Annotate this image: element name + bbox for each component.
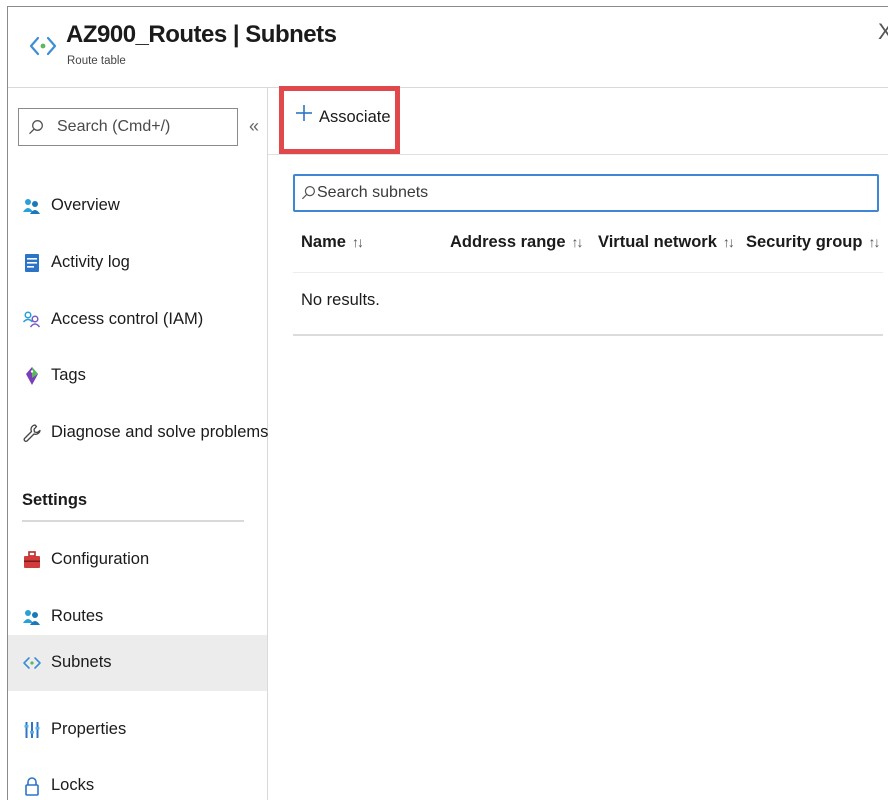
- toolbox-icon: [24, 551, 40, 568]
- sidebar-item-access-control[interactable]: Access control (IAM): [8, 300, 267, 340]
- activity-log-icon: [25, 254, 39, 272]
- properties-icon: [24, 722, 40, 738]
- sidebar-item-locks[interactable]: Locks: [8, 766, 267, 800]
- sidebar-item-overview[interactable]: Overview: [8, 186, 267, 226]
- subnet-search-placeholder: Search subnets: [317, 184, 429, 201]
- sort-icon: ↑↓: [868, 234, 880, 250]
- sidebar-item-activity-log[interactable]: Activity log: [8, 243, 267, 283]
- page-subtitle: Route table: [67, 55, 126, 67]
- subnet-search-input[interactable]: Search subnets: [293, 174, 879, 212]
- column-header-address-range[interactable]: Address range ↑↓: [450, 233, 584, 252]
- main-content: Associate Search subnets Name ↑↓ Address …: [268, 86, 888, 800]
- column-header-label: Name: [301, 233, 346, 251]
- sidebar-search-placeholder: Search (Cmd+/): [57, 118, 171, 135]
- sidebar-search-input[interactable]: Search (Cmd+/): [18, 108, 238, 146]
- sidebar-item-configuration[interactable]: Configuration: [8, 540, 267, 580]
- route-table-icon: [29, 36, 57, 56]
- empty-state-text: No results.: [301, 291, 380, 309]
- column-header-security-group[interactable]: Security group ↑↓: [746, 233, 880, 252]
- subnets-icon: [23, 657, 41, 669]
- tag-icon: [26, 367, 38, 385]
- column-header-virtual-network[interactable]: Virtual network ↑↓: [598, 233, 735, 252]
- routes-icon: [23, 610, 40, 625]
- wrench-icon: [23, 424, 41, 442]
- blade-frame: AZ900_Routes | Subnets Route table X Sea…: [7, 6, 888, 800]
- section-heading-settings: Settings: [22, 491, 88, 509]
- blade-header: AZ900_Routes | Subnets Route table X: [8, 7, 888, 87]
- sidebar-item-label: Subnets: [51, 653, 112, 671]
- associate-button-label: Associate: [319, 108, 391, 126]
- sidebar-item-label: Routes: [51, 607, 104, 625]
- access-control-icon: [22, 311, 41, 328]
- sidebar-item-tags[interactable]: Tags: [8, 356, 267, 396]
- sort-icon: ↑↓: [351, 234, 364, 250]
- sidebar-item-label: Activity log: [51, 253, 130, 271]
- sidebar-item-label: Properties: [51, 720, 127, 738]
- overview-icon: [23, 199, 40, 214]
- close-icon[interactable]: X: [878, 21, 888, 43]
- sort-icon: ↑↓: [722, 234, 735, 250]
- sort-icon: ↑↓: [571, 234, 584, 250]
- sidebar-item-label: Configuration: [51, 550, 150, 568]
- lock-icon: [25, 777, 39, 796]
- collapse-sidebar-icon[interactable]: «: [249, 116, 259, 137]
- sidebar-item-label: Overview: [51, 196, 120, 214]
- plus-icon: [296, 105, 312, 121]
- command-bar: Associate: [268, 86, 888, 155]
- sidebar-item-label: Locks: [51, 776, 95, 794]
- section-divider: [22, 520, 244, 522]
- sidebar-item-label: Access control (IAM): [51, 310, 204, 328]
- sidebar: Search (Cmd+/) « Overview Activity log A…: [8, 87, 268, 800]
- search-icon: [301, 185, 316, 200]
- column-header-name[interactable]: Name ↑↓: [301, 233, 364, 252]
- sidebar-item-label: Diagnose and solve problems: [51, 423, 269, 441]
- page-title: AZ900_Routes | Subnets: [66, 21, 337, 48]
- column-header-label: Security group: [746, 233, 863, 251]
- associate-button[interactable]: Associate: [279, 86, 400, 154]
- table-divider: [293, 272, 883, 273]
- sidebar-item-routes[interactable]: Routes: [8, 597, 267, 637]
- column-header-label: Virtual network: [598, 233, 717, 251]
- search-icon: [29, 120, 43, 135]
- sidebar-item-subnets[interactable]: Subnets: [8, 635, 267, 691]
- column-header-label: Address range: [450, 233, 566, 251]
- sidebar-item-properties[interactable]: Properties: [8, 710, 267, 750]
- sidebar-item-diagnose[interactable]: Diagnose and solve problems: [8, 413, 269, 453]
- sidebar-item-label: Tags: [51, 366, 86, 384]
- table-divider: [293, 334, 883, 336]
